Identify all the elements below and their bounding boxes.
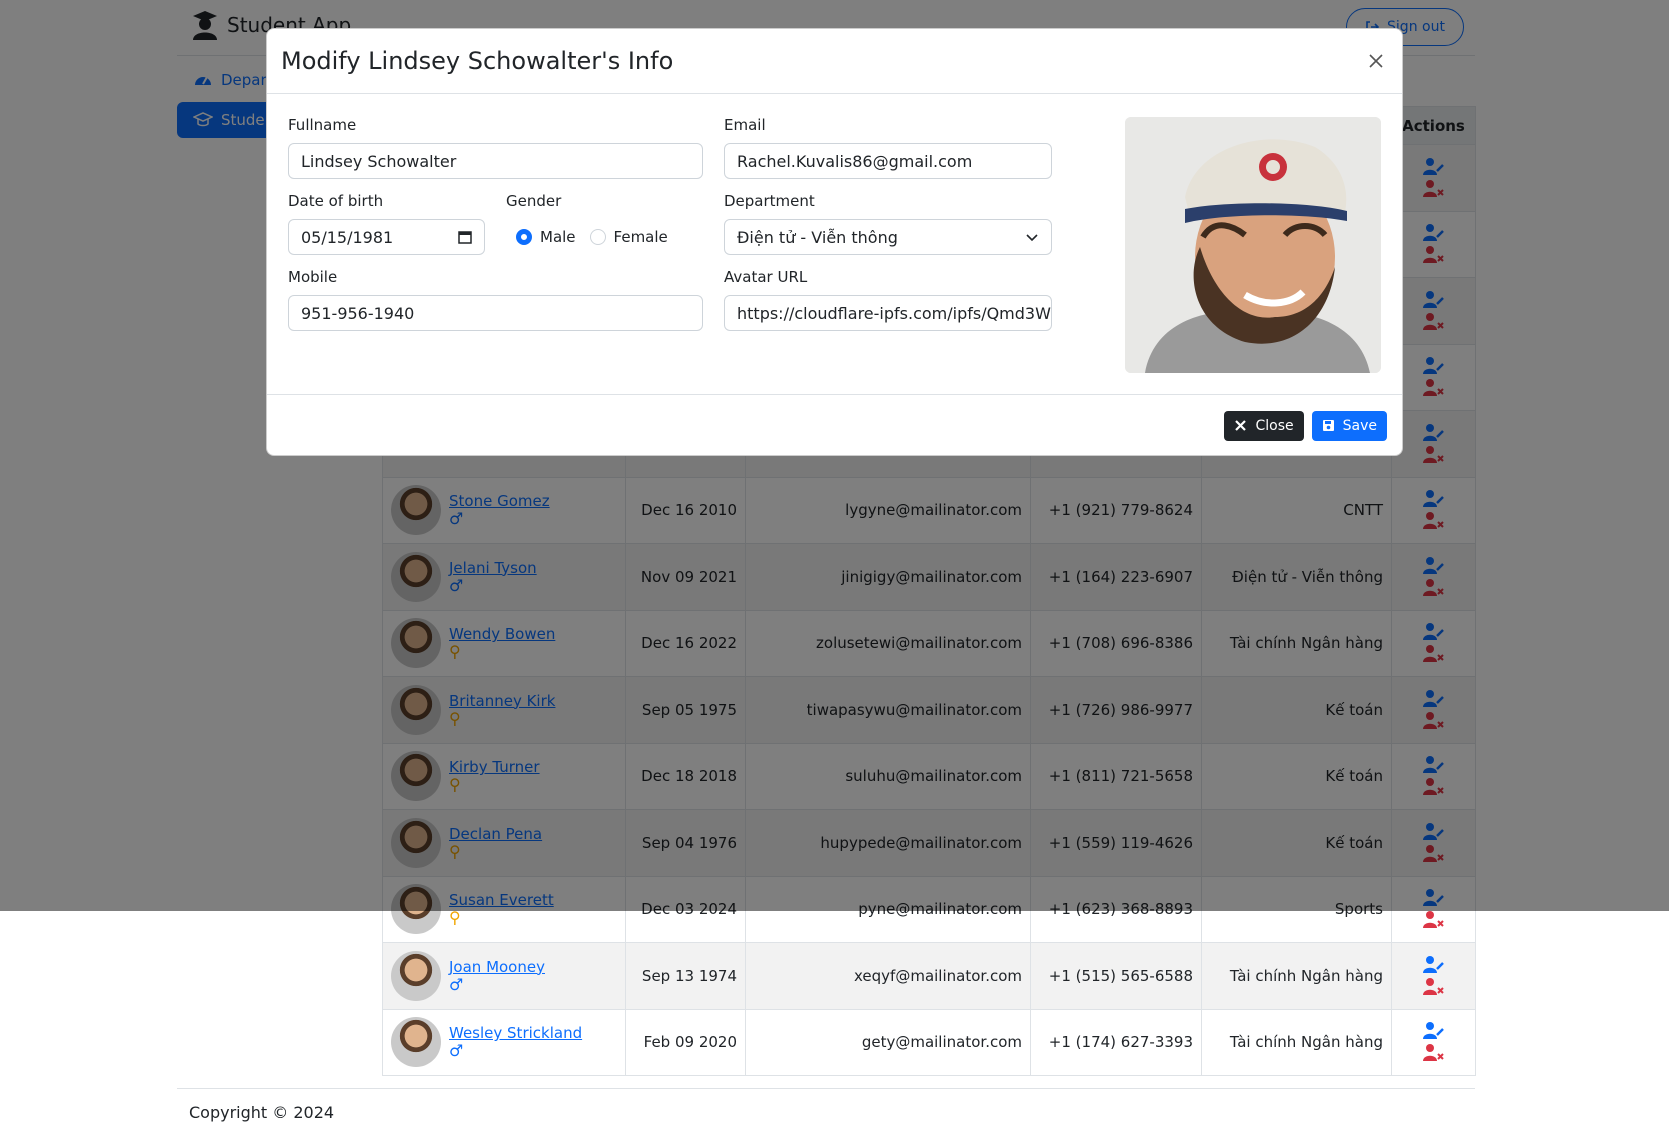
user-delete-icon[interactable]: [1422, 1043, 1445, 1063]
person-photo: [1125, 117, 1381, 373]
actions-cell: [1391, 1008, 1476, 1076]
gender-group: Gender Male Female: [506, 192, 706, 255]
student-name-link[interactable]: Joan Mooney: [449, 958, 545, 976]
user-edit-icon[interactable]: [1422, 955, 1445, 975]
fullname-group: Fullname Lindsey Schowalter: [288, 116, 703, 179]
gender-radio-group: Male Female: [506, 219, 706, 255]
avatar: [391, 950, 441, 1001]
phone-cell: +1 (515) 565-6588: [1030, 942, 1202, 1010]
actions-cell: [1391, 942, 1476, 1010]
mobile-group: Mobile 951-956-1940: [288, 268, 703, 331]
dob-label: Date of birth: [288, 192, 384, 210]
email-input[interactable]: Rachel.Kuvalis86@gmail.com: [724, 143, 1052, 179]
fullname-label: Fullname: [288, 116, 357, 134]
close-icon: [1369, 54, 1383, 68]
email-cell: xeqyf@mailinator.com: [745, 942, 1031, 1010]
mobile-input[interactable]: 951-956-1940: [288, 295, 703, 331]
name-cell: Wesley Strickland ♂: [382, 1008, 626, 1076]
dob-cell: Sep 13 1974: [625, 942, 746, 1010]
gender-female-label: Female: [613, 228, 668, 246]
gender-icon: ♂: [449, 1041, 464, 1061]
email-cell: gety@mailinator.com: [745, 1008, 1031, 1076]
mobile-label: Mobile: [288, 268, 338, 286]
table-row: Joan Mooney ♂ Sep 13 1974 xeqyf@mailinator.…: [382, 942, 1476, 1010]
gender-male-radio[interactable]: Male: [516, 228, 576, 246]
email-group: Email Rachel.Kuvalis86@gmail.com: [724, 116, 1052, 179]
save-button-label: Save: [1342, 417, 1377, 434]
table-row: Wesley Strickland ♂ Feb 09 2020 gety@mailin…: [382, 1008, 1476, 1076]
department-cell: Tài chính Ngân hàng: [1201, 1008, 1392, 1076]
department-label: Department: [724, 192, 815, 210]
dob-input[interactable]: 05/15/1981: [288, 219, 485, 255]
copyright-text: Copyright © 2024: [189, 1103, 335, 1122]
fullname-input[interactable]: Lindsey Schowalter: [288, 143, 703, 179]
modal-close-button[interactable]: [1364, 49, 1388, 73]
department-cell: Tài chính Ngân hàng: [1201, 942, 1392, 1010]
modal-title: Modify Lindsey Schowalter's Info: [281, 47, 674, 75]
avatar-url-group: Avatar URL https://cloudflare-ipfs.com/i…: [724, 268, 1052, 331]
floppy-disk-icon: [1322, 420, 1334, 431]
gender-icon: ♂: [449, 974, 464, 994]
footer: Copyright © 2024: [177, 1088, 1475, 1136]
avatar-url-label: Avatar URL: [724, 268, 808, 286]
student-name-link[interactable]: Wesley Strickland: [449, 1024, 582, 1042]
gender-female-radio[interactable]: Female: [589, 228, 668, 246]
close-button[interactable]: Close: [1224, 410, 1304, 441]
close-button-label: Close: [1255, 417, 1294, 434]
modal-footer: Close Save: [267, 395, 1402, 456]
dob-group: Date of birth 05/15/1981: [288, 192, 485, 255]
department-selected: Điện tử - Viễn thông: [737, 227, 898, 247]
gender-label: Gender: [506, 192, 562, 210]
user-delete-icon[interactable]: [1422, 910, 1445, 930]
gender-icon: ⚲: [449, 908, 461, 928]
name-cell: Joan Mooney ♂: [382, 942, 626, 1010]
user-delete-icon[interactable]: [1422, 977, 1445, 997]
calendar-icon[interactable]: [458, 230, 472, 244]
department-group: Department Điện tử - Viễn thông: [724, 192, 1052, 255]
modal-body: Fullname Lindsey Schowalter Email Rachel…: [267, 94, 1402, 395]
modal-header: Modify Lindsey Schowalter's Info: [267, 29, 1402, 94]
chevron-down-icon: [1026, 234, 1038, 242]
email-label: Email: [724, 116, 766, 134]
avatar-url-input[interactable]: https://cloudflare-ipfs.com/ipfs/Qmd3W5D: [724, 295, 1052, 331]
user-edit-icon[interactable]: [1422, 1021, 1445, 1041]
edit-student-modal: Modify Lindsey Schowalter's Info Fullnam…: [266, 28, 1403, 456]
radio-checked-icon: [516, 229, 532, 245]
phone-cell: +1 (174) 627-3393: [1030, 1008, 1202, 1076]
department-select[interactable]: Điện tử - Viễn thông: [724, 219, 1052, 255]
avatar: [391, 1017, 441, 1068]
radio-unchecked-icon: [589, 229, 606, 245]
avatar-preview-image: [1125, 117, 1381, 373]
dob-cell: Feb 09 2020: [625, 1008, 746, 1076]
dob-value: 05/15/1981: [301, 227, 394, 247]
save-button[interactable]: Save: [1311, 410, 1387, 441]
x-icon: [1235, 420, 1247, 431]
gender-male-label: Male: [540, 228, 576, 246]
